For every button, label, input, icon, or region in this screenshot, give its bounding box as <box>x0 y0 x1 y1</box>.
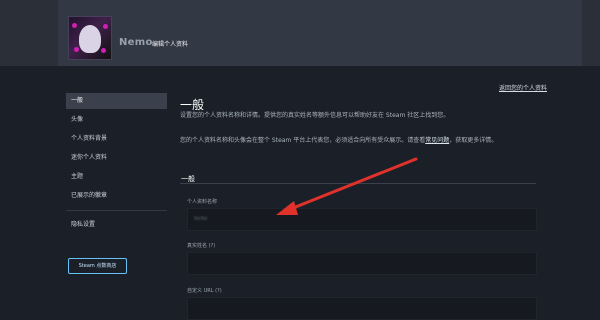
sidebar-item-featured-badge[interactable]: 已展示的徽章 <box>66 188 167 204</box>
sidebar-item-general[interactable]: 一般 <box>66 93 167 109</box>
sidebar-divider <box>66 210 167 211</box>
guidelines-prefix: 您的个人资料名称和头像会在整个 Steam 平台上代表您，必须适合向所有受众展示… <box>180 137 426 144</box>
sidebar-item-profile-background[interactable]: 个人资料背景 <box>66 131 167 147</box>
faq-link[interactable]: 常见问题 <box>425 137 449 144</box>
profile-description: 设置您的个人资料名称和详情。提供您的真实姓名等额外信息可以帮助好友在 Steam… <box>180 112 450 119</box>
sidebar-item-theme[interactable]: 主题 <box>66 169 167 185</box>
sidebar-item-privacy-settings[interactable]: 隐私设置 <box>66 217 167 233</box>
avatar-decoration <box>103 24 108 29</box>
profile-name-value: NeNe <box>194 216 208 222</box>
profile-header-panel <box>58 0 582 66</box>
header-title: 编辑个人资料 <box>152 41 189 48</box>
avatar-face <box>79 25 101 53</box>
profile-guidelines: 您的个人资料名称和头像会在整个 Steam 平台上代表您，必须适合向所有受众展示… <box>180 137 536 145</box>
sidebar-item-mini-profile[interactable]: 迷你个人资料 <box>66 150 167 166</box>
sidebar: 一般 头像 个人资料背景 迷你个人资料 主题 已展示的徽章 隐私设置 <box>66 93 167 236</box>
custom-url-label: 自定义 URL (?) <box>187 288 222 294</box>
point-shop-button[interactable]: Steam 点数商店 <box>68 258 127 274</box>
custom-url-input[interactable] <box>187 297 537 320</box>
sidebar-item-avatar[interactable]: 头像 <box>66 112 167 128</box>
profile-name-label: 个人资料名称 <box>187 199 218 205</box>
avatar-decoration <box>101 48 106 53</box>
avatar[interactable] <box>68 16 112 60</box>
red-arrow-annotation <box>276 157 418 215</box>
real-name-input[interactable] <box>187 252 537 275</box>
arrow-shaft <box>286 157 418 212</box>
real-name-label: 真实姓名 (?) <box>187 243 216 249</box>
arrow-head <box>276 201 298 215</box>
username: Nemo <box>119 37 153 48</box>
return-to-profile-link[interactable]: 返回您的个人资料 <box>499 83 547 92</box>
page-title: 一般 <box>180 98 205 112</box>
guidelines-suffix: ，获取更多详情。 <box>449 137 498 144</box>
avatar-decoration <box>74 47 79 52</box>
avatar-decoration <box>72 23 77 28</box>
